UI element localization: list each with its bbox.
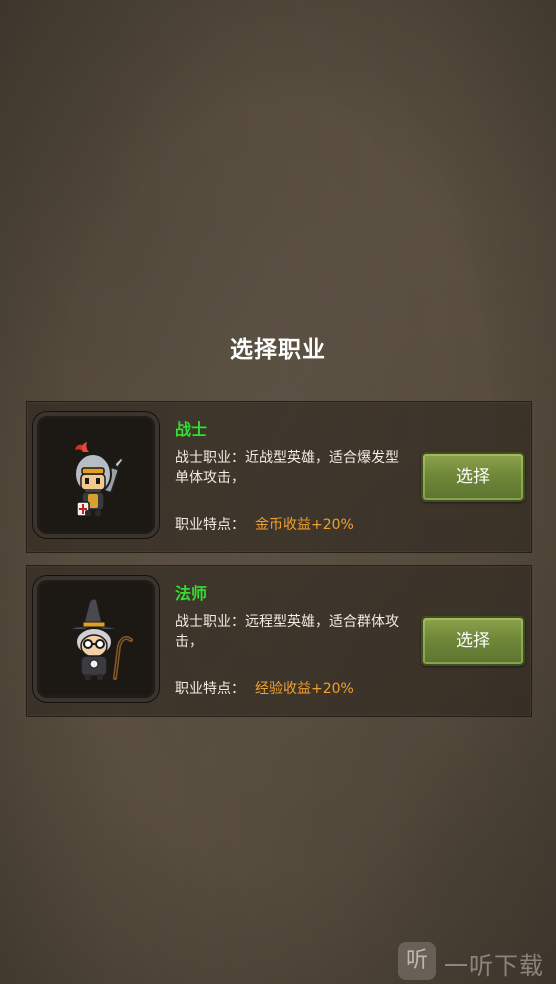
trait-value: 经验收益+20% [255,681,354,697]
trait-label: 职业特点： [175,681,245,697]
class-card-mage: 法师 战士职业：远程型英雄，适合群体攻击， 职业特点： 经验收益+20% 选择 [26,565,532,717]
select-mage-button[interactable]: 选择 [421,616,525,666]
select-warrior-button[interactable]: 选择 [421,452,525,502]
warrior-portrait [33,412,159,538]
trait-label: 职业特点： [175,517,245,533]
mage-portrait [33,576,159,702]
watermark-text: 一听下载 [444,952,544,980]
trait-value: 金币收益+20% [255,517,354,533]
watermark-logo-icon: 听 [398,942,436,980]
class-card-warrior: 战士 战士职业：近战型英雄，适合爆发型单体攻击， 职业特点： 金币收益+20% 选… [26,401,532,553]
class-trait: 职业特点： 金币收益+20% [175,514,354,534]
class-name: 战士 [175,420,208,439]
watermark: 听 一听下载 [394,938,554,982]
warrior-knight-icon [74,442,124,517]
class-trait: 职业特点： 经验收益+20% [175,678,354,698]
page-title: 选择职业 [230,337,326,363]
class-description: 战士职业：近战型英雄，适合爆发型单体攻击， [175,450,399,486]
class-description: 战士职业：远程型英雄，适合群体攻击， [175,614,399,650]
class-name: 法师 [175,584,208,603]
mage-witch-icon [66,597,133,680]
